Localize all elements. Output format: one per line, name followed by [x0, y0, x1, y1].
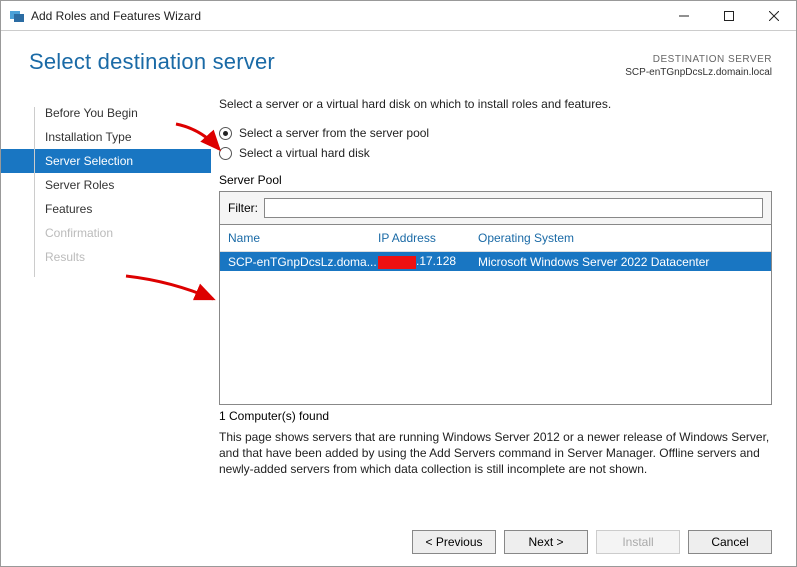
page-header: Select destination server DESTINATION SE… [1, 31, 796, 89]
radio-vhd-label: Select a virtual hard disk [239, 146, 370, 160]
next-button[interactable]: Next > [504, 530, 588, 554]
instruction-text: Select a server or a virtual hard disk o… [219, 97, 772, 111]
filter-container: Filter: [219, 191, 772, 225]
minimize-button[interactable] [661, 1, 706, 31]
sidebar-indent-line [34, 107, 35, 277]
sidebar-item-features[interactable]: Features [1, 197, 211, 221]
content-area: Select a server or a virtual hard disk o… [211, 89, 772, 509]
page-title: Select destination server [29, 49, 275, 75]
column-header-os[interactable]: Operating System [478, 231, 763, 245]
sidebar-item-server-selection[interactable]: Server Selection [1, 149, 211, 173]
radio-icon [219, 147, 232, 160]
redacted-ip-prefix [378, 256, 416, 269]
sidebar-item-before-you-begin[interactable]: Before You Begin [1, 101, 211, 125]
explanation-text: This page shows servers that are running… [219, 429, 772, 478]
install-button: Install [596, 530, 680, 554]
sidebar-item-confirmation: Confirmation [1, 221, 211, 245]
window-controls [661, 1, 796, 31]
cancel-button[interactable]: Cancel [688, 530, 772, 554]
maximize-button[interactable] [706, 1, 751, 31]
filter-input[interactable] [264, 198, 763, 218]
sidebar-item-server-roles[interactable]: Server Roles [1, 173, 211, 197]
grid-body: SCP-enTGnpDcsLz.doma... .17.128 Microsof… [220, 252, 771, 404]
sidebar-item-results: Results [1, 245, 211, 269]
previous-button[interactable]: < Previous [412, 530, 496, 554]
cell-name: SCP-enTGnpDcsLz.doma... [228, 255, 378, 269]
radio-server-pool[interactable]: Select a server from the server pool [219, 123, 772, 143]
radio-server-pool-label: Select a server from the server pool [239, 126, 429, 140]
wizard-sidebar: Before You Begin Installation Type Serve… [1, 89, 211, 509]
radio-icon [219, 127, 232, 140]
cell-ip: .17.128 [378, 254, 478, 268]
wizard-footer: < Previous Next > Install Cancel [412, 530, 772, 554]
column-header-name[interactable]: Name [228, 231, 378, 245]
grid-header: Name IP Address Operating System [220, 225, 771, 252]
table-row[interactable]: SCP-enTGnpDcsLz.doma... .17.128 Microsof… [220, 252, 771, 271]
server-manager-icon [9, 8, 25, 24]
sidebar-item-installation-type[interactable]: Installation Type [1, 125, 211, 149]
destination-value: SCP-enTGnpDcsLz.domain.local [625, 66, 772, 79]
destination-label: DESTINATION SERVER [625, 53, 772, 66]
cell-os: Microsoft Windows Server 2022 Datacenter [478, 255, 763, 269]
radio-virtual-hard-disk[interactable]: Select a virtual hard disk [219, 143, 772, 163]
title-bar: Add Roles and Features Wizard [1, 1, 796, 31]
window-title: Add Roles and Features Wizard [31, 9, 201, 23]
computers-found-text: 1 Computer(s) found [219, 409, 772, 423]
server-pool-label: Server Pool [219, 173, 772, 187]
column-header-ip[interactable]: IP Address [378, 231, 478, 245]
close-button[interactable] [751, 1, 796, 31]
destination-block: DESTINATION SERVER SCP-enTGnpDcsLz.domai… [625, 49, 772, 79]
server-grid: Name IP Address Operating System SCP-enT… [219, 225, 772, 405]
filter-label: Filter: [228, 201, 258, 215]
